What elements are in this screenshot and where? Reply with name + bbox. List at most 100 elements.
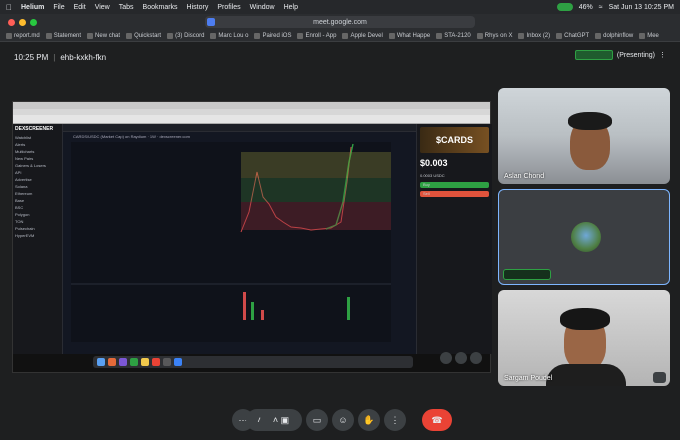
camera-icon: ▣: [280, 414, 290, 425]
participant-name-box: [503, 269, 551, 280]
participant-tile[interactable]: [498, 189, 670, 285]
end-call-icon: ☎: [431, 414, 443, 425]
token-panel: $CARDS $0.003 0.0003 USDC Buy Sell: [416, 124, 492, 354]
end-call-button[interactable]: ☎: [422, 409, 452, 431]
mac-menubar:  Helium File Edit View Tabs Bookmarks H…: [0, 0, 680, 14]
bookmark[interactable]: Quickstart: [126, 32, 161, 39]
hand-icon: ✋: [363, 414, 375, 425]
fib-band: [241, 202, 391, 230]
nav-item: Ethereum: [15, 191, 33, 196]
bookmark[interactable]: ChatGPT: [556, 32, 589, 39]
more-options-button[interactable]: ⋮: [384, 409, 406, 431]
bookmark[interactable]: Enroll - App: [297, 32, 336, 39]
participant-avatar: [571, 222, 601, 252]
app-name[interactable]: Helium: [21, 4, 44, 11]
nav-item: Gainers & Losers: [15, 163, 46, 168]
dock-app-icon: [152, 358, 160, 366]
bookmark[interactable]: (3) Discord: [167, 32, 204, 39]
browser-toolbar: meet.google.com: [0, 14, 680, 30]
participant-name: Aslan Chond: [504, 173, 545, 180]
participant-tile[interactable]: Aslan Chond: [498, 88, 670, 184]
bookmarks-bar: report.md Statement New chat Quickstart …: [0, 30, 680, 42]
menu-profiles[interactable]: Profiles: [217, 4, 240, 11]
bookmark[interactable]: Marc Lou o: [210, 32, 248, 39]
clock[interactable]: Sat Jun 13 10:25 PM: [609, 4, 674, 11]
bookmark[interactable]: report.md: [6, 32, 40, 39]
present-button[interactable]: ▭: [306, 409, 328, 431]
bookmark[interactable]: New chat: [87, 32, 120, 39]
bookmark[interactable]: Mee: [639, 32, 659, 39]
nav-item: TON: [15, 219, 24, 224]
bookmark[interactable]: Rhys on X: [476, 32, 512, 39]
bookmark[interactable]: STA-2120: [436, 32, 471, 39]
divider: |: [53, 52, 56, 62]
bookmark[interactable]: Inbox (2): [518, 32, 550, 39]
meet-favicon-icon: [207, 18, 215, 26]
chevron-up-icon: ˄: [272, 415, 279, 425]
nav-item: Pulsechain: [15, 226, 35, 231]
presenting-label: (Presenting): [616, 51, 655, 59]
menu-window[interactable]: Window: [250, 4, 275, 11]
menu-tabs[interactable]: Tabs: [119, 4, 134, 11]
shared-address-bar: [13, 115, 490, 124]
camera-button[interactable]: ˄ ▣: [260, 409, 302, 431]
menu-help[interactable]: Help: [284, 4, 298, 11]
wifi-icon[interactable]: ≈: [599, 4, 603, 11]
screen-share-indicator-icon[interactable]: [556, 3, 573, 11]
dexscreener-logo: DEXSCREENER: [15, 126, 54, 132]
dock-app-icon: [119, 358, 127, 366]
bookmark[interactable]: Apple Devel: [342, 32, 383, 39]
presenter-name-box: [574, 50, 613, 60]
dexscreener-sidebar: DEXSCREENER Watchlist Alerts Multicharts…: [13, 124, 63, 354]
meeting-code: ehb-kxkh-fkn: [60, 52, 107, 62]
fullscreen-icon[interactable]: [470, 352, 482, 364]
zoom-in-icon[interactable]: [440, 352, 452, 364]
shared-screen: DEXSCREENER Watchlist Alerts Multicharts…: [12, 101, 492, 373]
participant-tile[interactable]: Sargam Poudel: [498, 290, 670, 386]
shared-dock: [93, 356, 413, 368]
minimize-window-icon[interactable]: [19, 18, 26, 26]
token-symbol: $CARDS: [435, 135, 473, 145]
raise-hand-button[interactable]: ✋: [358, 409, 380, 431]
dock-app-icon: [163, 358, 171, 366]
presentation-controls: [440, 352, 482, 364]
emoji-button[interactable]: ☺: [332, 409, 354, 431]
participant-shirt: [546, 364, 626, 386]
menu-edit[interactable]: Edit: [74, 4, 86, 11]
dock-app-icon: [130, 358, 138, 366]
zoom-window-icon[interactable]: [30, 18, 37, 26]
fib-band: [241, 152, 391, 178]
zoom-out-icon[interactable]: [455, 352, 467, 364]
bookmark[interactable]: Paired iOS: [254, 32, 291, 39]
menu-history[interactable]: History: [187, 4, 209, 11]
address-bar[interactable]: meet.google.com: [205, 16, 475, 28]
bookmark[interactable]: What Happe: [388, 32, 430, 39]
more-options-icon[interactable]: ⋮: [659, 51, 666, 59]
buy-button[interactable]: Buy: [420, 182, 489, 188]
more-vert-icon: ⋮: [390, 414, 400, 425]
price-chart: [71, 142, 391, 342]
participant-name: Sargam Poudel: [504, 375, 553, 382]
price-usd: $0.003: [420, 158, 448, 168]
menu-view[interactable]: View: [95, 4, 110, 11]
apple-icon[interactable]: : [6, 3, 12, 12]
bookmark[interactable]: Statement: [45, 32, 81, 39]
dock-app-icon: [97, 358, 105, 366]
menu-bookmarks[interactable]: Bookmarks: [143, 4, 178, 11]
close-window-icon[interactable]: [8, 18, 15, 26]
nav-item: Alerts: [15, 142, 26, 147]
bookmark[interactable]: dolphinflow: [595, 32, 633, 39]
participant-hair: [568, 112, 612, 130]
nav-item: API: [15, 170, 22, 175]
shared-menubar: [13, 102, 490, 109]
nav-item: Advertise: [15, 177, 32, 182]
battery-text: 46%: [578, 3, 593, 11]
chart-toolbar: [63, 124, 416, 132]
meeting-time: 10:25 PM: [14, 52, 49, 62]
sell-button[interactable]: Sell: [420, 191, 489, 197]
participant-options-icon[interactable]: [653, 372, 666, 383]
menu-file[interactable]: File: [53, 4, 64, 11]
presenting-chip[interactable]: (Presenting) ⋮: [574, 50, 666, 60]
dock-app-icon: [174, 358, 182, 366]
token-banner: $CARDS: [420, 127, 489, 153]
